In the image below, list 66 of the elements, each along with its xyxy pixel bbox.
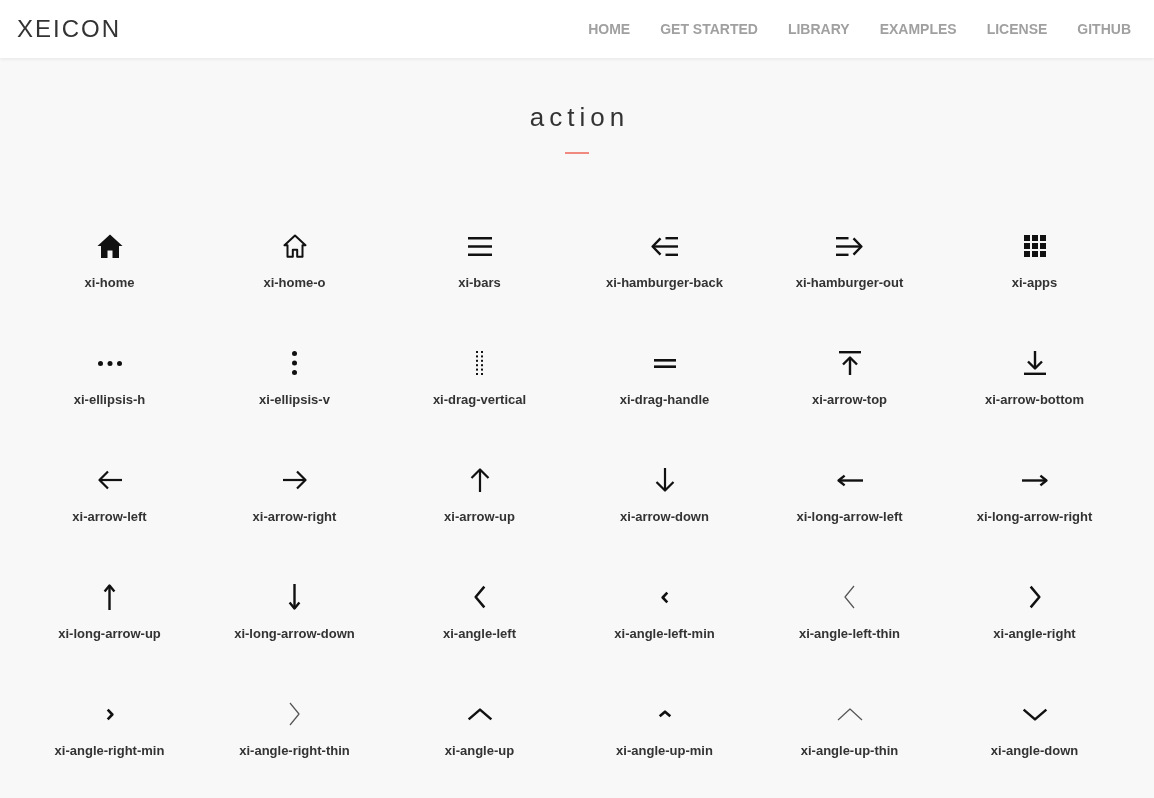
dots-vertical-icon bbox=[292, 351, 297, 375]
arrow-up-icon bbox=[469, 468, 490, 492]
icon-name: xi-hamburger-back bbox=[605, 274, 723, 292]
icon-name: xi-arrow-top bbox=[811, 391, 888, 409]
icon-name: xi-angle-up-min bbox=[616, 742, 713, 760]
site-logo[interactable]: XEICON bbox=[17, 14, 121, 44]
icon-name: xi-long-arrow-down bbox=[234, 625, 355, 643]
long-arrow-down-icon bbox=[288, 584, 301, 610]
icon-name: xi-angle-down bbox=[990, 742, 1079, 760]
small-chevron-right-icon bbox=[105, 707, 114, 721]
icon-name: xi-arrow-right bbox=[252, 508, 337, 526]
icon-name: xi-arrow-down bbox=[620, 508, 709, 526]
icon-name: xi-apps bbox=[1011, 274, 1058, 292]
icon-name: xi-drag-handle bbox=[619, 391, 710, 409]
chevron-up-icon bbox=[466, 707, 493, 721]
thin-chevron-right-icon bbox=[289, 702, 300, 726]
icon-name: xi-bars bbox=[458, 274, 501, 292]
icon-name: xi-arrow-up bbox=[444, 508, 515, 526]
nav-link[interactable]: HOME bbox=[588, 19, 631, 39]
nav-link[interactable]: GITHUB bbox=[1077, 19, 1131, 39]
long-arrow-left-icon bbox=[836, 473, 863, 487]
icon-name: xi-long-arrow-right bbox=[976, 508, 1093, 526]
nav-link[interactable]: LICENSE bbox=[986, 19, 1048, 39]
nav-link[interactable]: EXAMPLES bbox=[879, 19, 957, 39]
house-outline-icon bbox=[282, 234, 307, 258]
arrow-left-icon bbox=[97, 470, 122, 490]
arrow-lines-left-icon bbox=[651, 236, 678, 256]
nav-link[interactable]: GET STARTED bbox=[660, 19, 758, 39]
icon-name: xi-ellipsis-v bbox=[259, 391, 330, 409]
thin-chevron-left-icon bbox=[844, 585, 855, 609]
dots-horizontal-icon bbox=[97, 360, 122, 366]
icon-name: xi-long-arrow-up bbox=[58, 625, 161, 643]
small-chevron-left-icon bbox=[660, 590, 669, 604]
icon-name: xi-home bbox=[84, 274, 135, 292]
icon-name: xi-angle-right bbox=[993, 625, 1076, 643]
arrow-lines-right-icon bbox=[836, 236, 863, 256]
icon-name: xi-angle-left-min bbox=[614, 625, 715, 643]
icon-name: xi-angle-up-thin bbox=[800, 742, 899, 760]
icon-name: xi-angle-right-thin bbox=[239, 742, 350, 760]
icon-name: xi-hamburger-out bbox=[795, 274, 904, 292]
icon-name: xi-home-o bbox=[263, 274, 326, 292]
chevron-right-icon bbox=[1028, 585, 1041, 609]
small-chevron-up-icon bbox=[657, 710, 672, 718]
nav-link[interactable]: LIBRARY bbox=[787, 19, 850, 39]
icon-name: xi-angle-right-min bbox=[54, 742, 165, 760]
grid-icon bbox=[1023, 235, 1046, 257]
chevron-left-icon bbox=[473, 585, 486, 609]
icon-name: xi-long-arrow-left bbox=[796, 508, 903, 526]
section-title: action bbox=[528, 102, 630, 132]
icon-name: xi-angle-up bbox=[444, 742, 515, 760]
icon-name: xi-angle-left bbox=[443, 625, 516, 643]
icon-name: xi-arrow-left bbox=[72, 508, 147, 526]
arrow-down-icon bbox=[654, 468, 675, 492]
dotted-grip-icon bbox=[476, 351, 483, 375]
long-arrow-right-icon bbox=[1021, 473, 1048, 487]
long-arrow-up-icon bbox=[103, 584, 116, 610]
double-line-icon bbox=[653, 358, 676, 368]
arrow-right-icon bbox=[282, 470, 307, 490]
icon-name: xi-arrow-bottom bbox=[985, 391, 1084, 409]
icon-name: xi-ellipsis-h bbox=[73, 391, 146, 409]
house-icon bbox=[96, 234, 123, 258]
chevron-down-icon bbox=[1021, 707, 1048, 721]
icon-name: xi-angle-left-thin bbox=[798, 625, 901, 643]
icon-name: xi-drag-vertical bbox=[432, 391, 527, 409]
menu-icon bbox=[467, 236, 492, 256]
thin-chevron-up-icon bbox=[836, 707, 863, 721]
